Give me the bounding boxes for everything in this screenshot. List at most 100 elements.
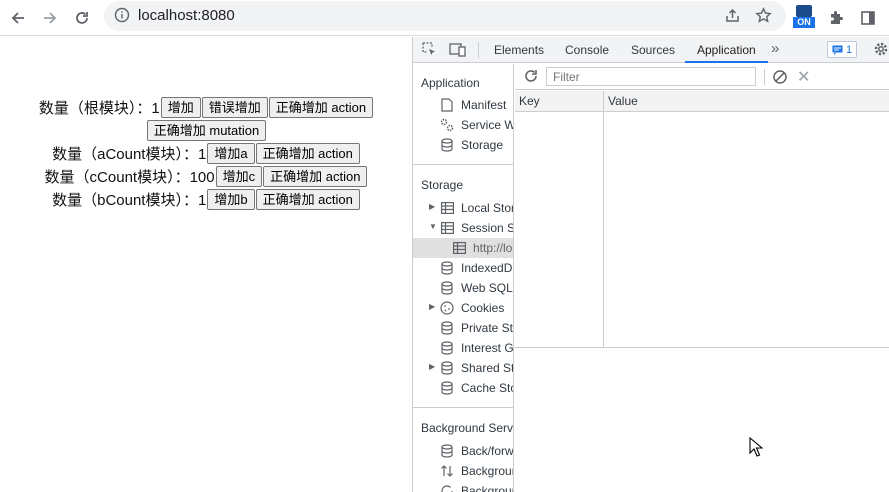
issues-count: 1 (845, 43, 853, 56)
more-tabs-chevron-icon[interactable]: » (771, 40, 779, 57)
root-count-label: 数量（根模块）：1 (38, 100, 160, 117)
extensions-puzzle-icon[interactable] (823, 5, 849, 31)
table-icon (439, 200, 455, 216)
root-wrong-increment-button[interactable]: 错误增加 (201, 97, 268, 118)
expand-triangle-icon[interactable]: ▶ (429, 362, 435, 371)
sidebar-item-service-workers[interactable]: Service W (439, 115, 514, 135)
expand-triangle-icon[interactable]: ▶ (429, 302, 435, 311)
sidebar-item-label: Back/forw (461, 444, 514, 458)
side-panel-icon[interactable] (855, 5, 881, 31)
sidebar-item-back-forward-cache[interactable]: Back/forw (439, 441, 514, 461)
sync-icon (439, 483, 455, 492)
sidebar-item-session-origin[interactable]: http://lo (413, 238, 513, 258)
sidebar-item-cookies[interactable]: Cookies (439, 298, 504, 318)
sidebar-divider (413, 407, 513, 408)
collapse-triangle-icon[interactable]: ▼ (429, 222, 437, 231)
delete-selected-icon[interactable]: ✕ (797, 67, 810, 87)
database-icon (439, 380, 455, 396)
ccount-increment-button[interactable]: 增加c (215, 166, 263, 187)
document-icon (439, 97, 455, 113)
sidebar-item-label: Service W (461, 118, 514, 132)
sidebar-item-web-sql[interactable]: Web SQL (439, 278, 513, 298)
reload-icon[interactable] (69, 5, 95, 31)
ccount-row: 数量（cCount模块）：100 增加c 正确增加 action (0, 166, 412, 187)
sidebar-item-label: IndexedD (461, 261, 513, 275)
bookmark-star-icon[interactable] (755, 7, 772, 29)
bcount-increment-button[interactable]: 增加b (207, 189, 255, 210)
forward-arrow-icon[interactable] (37, 5, 63, 31)
ccount-action-increment-button[interactable]: 正确增加 action (263, 166, 368, 187)
site-info-icon[interactable] (114, 7, 130, 28)
table-icon (451, 240, 467, 256)
sidebar-item-cache-storage[interactable]: Cache Sto (439, 378, 513, 398)
sidebar-item-label: Manifest (461, 98, 507, 112)
acount-action-increment-button[interactable]: 正确增加 action (255, 143, 360, 164)
column-value[interactable]: Value (608, 94, 638, 108)
acount-row: 数量（aCount模块）：1 增加a 正确增加 action (0, 143, 412, 164)
database-icon (439, 137, 455, 153)
sidebar-item-shared-storage[interactable]: Shared Sto (439, 358, 513, 378)
database-icon (439, 443, 455, 459)
database-icon (439, 280, 455, 296)
inspect-element-icon[interactable] (422, 42, 437, 60)
issues-badge[interactable]: 1 (827, 41, 857, 58)
filter-divider (764, 69, 765, 85)
storage-filter-bar: ✕ (515, 64, 889, 90)
root-mutation-increment-button[interactable]: 正确增加 mutation (146, 120, 267, 141)
sidebar-item-local-storage[interactable]: Local Stor (439, 198, 514, 218)
browser-toolbar: localhost:8080 ON (0, 0, 889, 36)
sidebar-item-session-storage[interactable]: Session St (439, 218, 514, 238)
background-services-section-title: Background Servi (421, 421, 514, 435)
address-bar[interactable]: localhost:8080 (104, 1, 786, 31)
sidebar-item-label: Backgrour (461, 484, 514, 492)
sidebar-item-label: Local Stor (461, 201, 514, 215)
message-icon (832, 45, 843, 55)
acount-increment-button[interactable]: 增加a (207, 143, 255, 164)
sidebar-item-label: http://lo (473, 241, 513, 255)
tab-console[interactable]: Console (565, 37, 609, 63)
refresh-icon[interactable] (523, 68, 539, 89)
sidebar-item-interest-groups[interactable]: Interest G (439, 338, 513, 358)
storage-section-title: Storage (421, 178, 464, 192)
application-section-title: Application (421, 76, 480, 90)
sidebar-item-indexeddb[interactable]: IndexedD (439, 258, 512, 278)
sidebar-item-label: Storage (461, 138, 504, 152)
table-bottom-border (515, 347, 889, 348)
gears-icon (439, 117, 455, 133)
application-sidebar: Application Manifest Service W Storage S… (413, 64, 514, 492)
sidebar-item-background-fetch[interactable]: Backgrour (439, 461, 514, 481)
column-key[interactable]: Key (519, 94, 540, 108)
column-divider (603, 91, 604, 347)
expand-triangle-icon[interactable]: ▶ (429, 202, 435, 211)
tab-application[interactable]: Application (685, 37, 768, 63)
root-count-row: 数量（根模块）：1 增加 错误增加 正确增加 action (0, 97, 412, 118)
root-mutation-row: 正确增加 mutation (0, 120, 412, 141)
settings-gear-icon[interactable] (873, 41, 889, 60)
root-action-increment-button[interactable]: 正确增加 action (268, 97, 374, 118)
mouse-cursor-icon (749, 436, 764, 462)
bcount-action-increment-button[interactable]: 正确增加 action (255, 189, 360, 210)
sidebar-item-label: Shared Sto (461, 361, 513, 375)
sync-arrows-icon (439, 463, 455, 479)
tab-sources[interactable]: Sources (631, 37, 675, 63)
clear-all-icon[interactable] (772, 69, 788, 90)
sidebar-item-label: Backgrour (461, 464, 514, 478)
tab-elements[interactable]: Elements (494, 37, 544, 63)
storage-main-view: ✕ Key Value (515, 64, 889, 492)
share-icon[interactable] (724, 7, 741, 29)
filter-input[interactable] (546, 67, 756, 86)
tab-divider (478, 42, 479, 58)
sidebar-item-background-sync[interactable]: Backgrour (439, 481, 514, 492)
sidebar-item-manifest[interactable]: Manifest (439, 95, 506, 115)
sidebar-item-storage[interactable]: Storage (439, 135, 503, 155)
sidebar-item-label: Session St (461, 221, 514, 235)
sidebar-item-private-state-tokens[interactable]: Private Sta (439, 318, 513, 338)
database-icon (439, 320, 455, 336)
bcount-label: 数量（bCount模块）：1 (52, 192, 207, 209)
table-icon (439, 220, 455, 236)
database-icon (439, 340, 455, 356)
vue-devtools-extension-icon[interactable]: ON (793, 5, 815, 29)
device-toolbar-icon[interactable] (449, 42, 466, 60)
root-increment-button[interactable]: 增加 (160, 97, 201, 118)
back-arrow-icon[interactable] (5, 5, 31, 31)
